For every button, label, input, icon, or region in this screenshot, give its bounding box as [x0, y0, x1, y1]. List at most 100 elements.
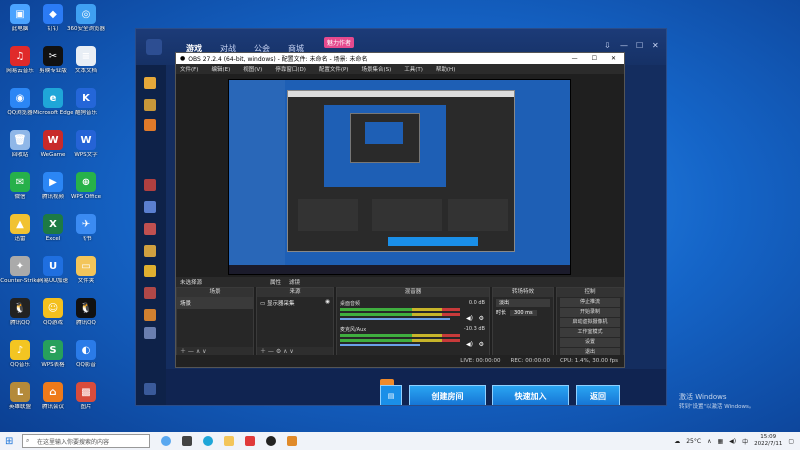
- desktop-icon[interactable]: 🗑 回收站: [3, 130, 37, 158]
- ime-indicator[interactable]: 中: [742, 437, 748, 446]
- app-icon: 🗑: [10, 130, 30, 150]
- control-button[interactable]: 开始录制: [560, 308, 620, 317]
- download-icon[interactable]: ⇩: [604, 41, 611, 50]
- search-box[interactable]: ⌕ 在这里输入你要搜索的内容: [22, 434, 150, 448]
- filters-button[interactable]: 滤镜: [289, 278, 300, 286]
- maximize-icon[interactable]: ☐: [636, 41, 643, 50]
- desktop-icon[interactable]: ♪ QQ音乐: [3, 340, 37, 368]
- sidebar-game-icon[interactable]: [144, 119, 156, 131]
- desktop-icon[interactable]: e Microsoft Edge: [33, 88, 73, 116]
- sidebar-game-icon[interactable]: [144, 327, 156, 339]
- desktop-icon[interactable]: ☺ QQ游戏: [36, 298, 70, 326]
- cortana-icon[interactable]: [161, 436, 171, 446]
- control-button[interactable]: 停止推流: [560, 298, 620, 307]
- back-button[interactable]: 返回: [576, 385, 620, 405]
- gear-icon[interactable]: ⚙: [479, 341, 484, 348]
- tray-up-icon[interactable]: ∧: [707, 438, 711, 445]
- properties-button[interactable]: 属性: [270, 278, 281, 286]
- sidebar-game-icon[interactable]: [144, 245, 156, 257]
- menu-item[interactable]: 工具(T): [404, 65, 423, 73]
- clock[interactable]: 15:09 2022/7/11: [754, 434, 782, 448]
- control-button[interactable]: 设置: [560, 338, 620, 347]
- desktop-icon[interactable]: ▩ 图片: [69, 382, 103, 410]
- desktop-icon[interactable]: S WPS表格: [36, 340, 70, 368]
- desktop-icon[interactable]: L 英雄联盟: [3, 382, 37, 410]
- menu-item[interactable]: 视图(V): [243, 65, 262, 73]
- control-button[interactable]: 工作室模式: [560, 328, 620, 337]
- desktop-icon[interactable]: W WPS文字: [69, 130, 103, 158]
- maximize-icon[interactable]: ☐: [592, 55, 597, 62]
- sidebar-game-icon[interactable]: [144, 201, 156, 213]
- eye-icon[interactable]: ◉: [325, 299, 330, 305]
- menu-item[interactable]: 停靠窗口(D): [275, 65, 306, 73]
- desktop-icon[interactable]: ▶ 腾讯视频: [36, 172, 70, 200]
- desktop-icon[interactable]: ✈ 飞书: [69, 214, 103, 242]
- desktop-icon[interactable]: ▲ 迅雷: [3, 214, 37, 242]
- sidebar-game-icon[interactable]: [144, 99, 156, 111]
- network-icon[interactable]: ▦: [717, 438, 723, 445]
- menu-item[interactable]: 场景集合(S): [361, 65, 391, 73]
- desktop-icon[interactable]: ✉ 微信: [3, 172, 37, 200]
- chat-icon[interactable]: [144, 383, 156, 395]
- mixer-track-1-slider[interactable]: [340, 318, 450, 320]
- desktop-icon[interactable]: ≡ 文本文档: [69, 46, 103, 74]
- sidebar-game-icon[interactable]: [144, 287, 156, 299]
- desktop-icon[interactable]: ▭ 文件夹: [69, 256, 103, 284]
- sidebar-r-icon[interactable]: [144, 77, 156, 89]
- task-view-icon[interactable]: [182, 436, 192, 446]
- obs-preview[interactable]: [228, 79, 571, 275]
- desktop-icon[interactable]: ✦ Counter-Strike: [0, 256, 40, 284]
- preview-desktop-icons: [229, 80, 285, 266]
- create-room-button[interactable]: 创建房间: [409, 385, 486, 405]
- weather-temp[interactable]: 25°C: [686, 438, 701, 445]
- desktop-icon[interactable]: ◐ QQ影音: [69, 340, 103, 368]
- desktop-icon[interactable]: ⊕ WPS Office: [69, 172, 103, 200]
- mixer-track-2-slider[interactable]: [340, 344, 420, 346]
- transition-select[interactable]: 淡出: [496, 299, 550, 307]
- desktop-icon[interactable]: 🐧 腾讯QQ: [69, 298, 103, 326]
- weather-icon[interactable]: ☁: [674, 438, 680, 445]
- file-explorer-icon[interactable]: [224, 436, 234, 446]
- desktop-icon[interactable]: 🐧 腾讯QQ: [3, 298, 37, 326]
- desktop-icon[interactable]: ◎ 360安全浏览器: [67, 4, 105, 32]
- desktop-icon[interactable]: U 网易UU加速: [36, 256, 70, 284]
- desktop-icon[interactable]: ◉ QQ浏览器: [3, 88, 37, 116]
- menu-item[interactable]: 帮助(H): [436, 65, 455, 73]
- desktop-icon[interactable]: ✂ 剪映专业版: [36, 46, 70, 74]
- volume-icon[interactable]: ◀): [729, 438, 736, 445]
- menu-item[interactable]: 编辑(E): [211, 65, 230, 73]
- sidebar-game-icon[interactable]: [144, 309, 156, 321]
- control-button[interactable]: 启动虚拟摄像机: [560, 318, 620, 327]
- desktop-icon[interactable]: ◆ 钉钉: [36, 4, 70, 32]
- sidebar-game-icon[interactable]: [144, 223, 156, 235]
- activation-watermark: 激活 Windows 转到"设置"以激活 Windows。: [679, 392, 754, 410]
- gear-icon[interactable]: ⚙: [479, 315, 484, 322]
- minimize-icon[interactable]: —: [620, 41, 628, 50]
- close-icon[interactable]: ✕: [611, 55, 616, 62]
- minimize-icon[interactable]: —: [572, 55, 578, 62]
- app-icon[interactable]: [245, 436, 255, 446]
- source-item[interactable]: ▭ 显示器采集 ◉: [257, 297, 333, 309]
- desktop-icon[interactable]: K 酷狗音乐: [69, 88, 103, 116]
- game-client-taskbar-icon[interactable]: [287, 436, 297, 446]
- duration-input[interactable]: 300 ms: [510, 309, 537, 316]
- sidebar-game-icon[interactable]: [144, 265, 156, 277]
- menu-item[interactable]: 配置文件(P): [319, 65, 349, 73]
- start-button[interactable]: ⊞: [5, 436, 13, 447]
- notification-icon[interactable]: ▢: [788, 438, 794, 445]
- desktop-icon[interactable]: W WeGame: [36, 130, 70, 158]
- speaker-icon[interactable]: ◀): [466, 315, 473, 322]
- speaker-icon[interactable]: ◀): [466, 341, 473, 348]
- desktop-icon[interactable]: X Excel: [36, 214, 70, 242]
- edge-icon[interactable]: [203, 436, 213, 446]
- obs-taskbar-icon[interactable]: [266, 436, 276, 446]
- quick-join-button[interactable]: 快速加入: [492, 385, 569, 405]
- desktop-icon[interactable]: ⌂ 腾讯会议: [36, 382, 70, 410]
- desktop-icon[interactable]: ▣ 此电脑: [3, 4, 37, 32]
- close-icon[interactable]: ✕: [652, 41, 659, 50]
- scene-item[interactable]: 场景: [177, 297, 253, 309]
- sidebar-game-icon[interactable]: [144, 179, 156, 191]
- desktop-icon[interactable]: ♫ 网易云音乐: [3, 46, 37, 74]
- room-list-button[interactable]: ▤: [380, 385, 402, 405]
- menu-item[interactable]: 文件(F): [180, 65, 198, 73]
